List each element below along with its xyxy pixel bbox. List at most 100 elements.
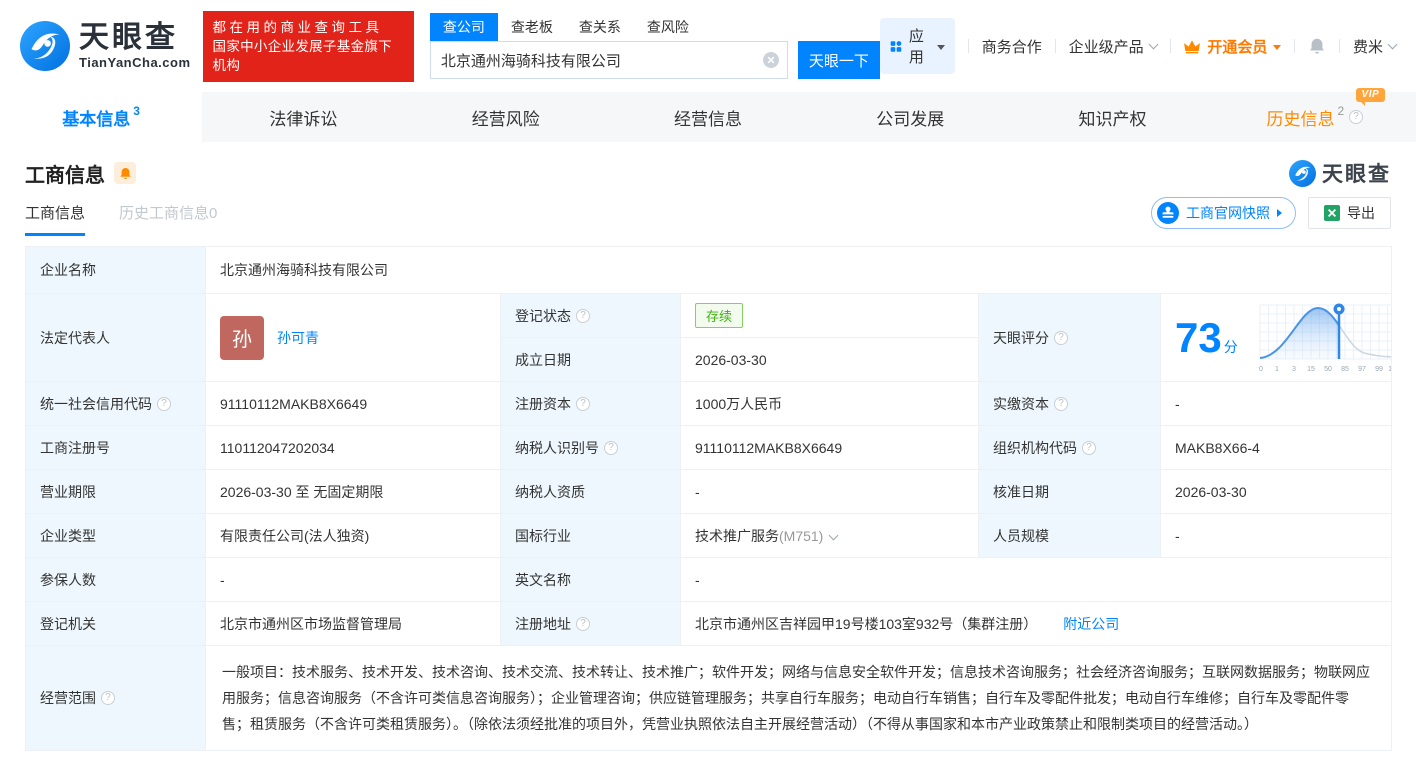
tab-history-info-count: 2 xyxy=(1337,104,1345,118)
search-tab-boss[interactable]: 查老板 xyxy=(498,13,566,41)
nearby-companies-link[interactable]: 附近公司 xyxy=(1063,616,1119,632)
top-nav: 应用 商务合作 企业级产品 开通会员 费米 xyxy=(879,18,1398,74)
taxpayer-quality-value: - xyxy=(695,483,700,500)
industry-value[interactable]: 技术推广服务 xyxy=(695,528,779,544)
taxpayer-id-value: 91110112MAKB8X6649 xyxy=(695,439,843,456)
status-badge: 存续 xyxy=(695,303,744,328)
field-label: 法定代表人 xyxy=(40,329,110,346)
divider xyxy=(1169,39,1171,53)
tab-legal-proceedings-label: 法律诉讼 xyxy=(269,109,338,129)
enterprise-products-label: 企业级产品 xyxy=(1068,38,1144,56)
paid-capital-value: - xyxy=(1175,395,1180,412)
tab-operating-info[interactable]: 经营信息 xyxy=(607,92,809,142)
table-row: 企业名称 北京通州海骑科技有限公司 xyxy=(25,246,1393,294)
help-icon[interactable]: ? xyxy=(1054,330,1068,345)
score-distribution-chart: 0 1 3 15 50 85 97 99 100 xyxy=(1259,303,1391,373)
field-label: 工商注册号 xyxy=(40,439,110,456)
search-tab-company[interactable]: 查公司 xyxy=(429,13,498,41)
search-tab-risk[interactable]: 查风险 xyxy=(634,13,702,41)
tab-operating-risk[interactable]: 经营风险 xyxy=(405,92,607,142)
search-input[interactable] xyxy=(429,41,788,79)
field-label: 注册资本 xyxy=(515,395,571,412)
help-icon[interactable]: ? xyxy=(576,396,590,411)
score-value: 73 xyxy=(1175,313,1222,361)
grid-icon xyxy=(890,40,902,52)
reg-authority-value: 北京市通州区市场监督管理局 xyxy=(220,615,402,632)
tianyan-score[interactable]: 73 分 0 1 3 15 50 85 97 99 1 xyxy=(1175,301,1391,375)
notifications-button[interactable] xyxy=(1308,37,1326,55)
open-vip-label: 开通会员 xyxy=(1207,38,1268,56)
bell-icon xyxy=(119,167,131,179)
svg-text:50: 50 xyxy=(1324,366,1332,373)
industry-code: (M751) xyxy=(779,527,824,544)
chevron-down-icon xyxy=(1148,39,1159,50)
svg-text:85: 85 xyxy=(1341,366,1349,373)
business-info-table: 企业名称 北京通州海骑科技有限公司 法定代表人 孙 孙可青 登记状态? 存续 天… xyxy=(25,246,1393,751)
svg-text:15: 15 xyxy=(1307,366,1315,373)
field-label: 企业名称 xyxy=(40,262,96,278)
score-unit: 分 xyxy=(1223,338,1238,355)
tab-intellectual-property[interactable]: 知识产权 xyxy=(1011,92,1213,142)
company-nav-tabs: 基本信息 3 法律诉讼 经营风险 经营信息 公司发展 知识产权 VIP 历史信息… xyxy=(0,87,1416,142)
open-vip-button[interactable]: 开通会员 xyxy=(1183,36,1282,57)
divider xyxy=(1339,39,1340,53)
arrow-right-icon xyxy=(1277,209,1282,217)
help-icon[interactable]: ? xyxy=(1349,110,1364,124)
field-label: 纳税人资质 xyxy=(515,483,585,500)
monitor-bell-button[interactable] xyxy=(114,162,136,184)
help-icon[interactable]: ? xyxy=(604,440,618,455)
vip-badge: VIP xyxy=(1355,87,1386,106)
search-tabs: 查公司 查老板 查关系 查风险 xyxy=(429,13,880,41)
promo-banner: 都在用的商业查询工具 国家中小企业发展子基金旗下机构 xyxy=(202,10,414,82)
search-button[interactable]: 天眼一下 xyxy=(797,41,880,79)
subtab-business-info[interactable]: 工商信息 xyxy=(25,202,86,236)
tab-history-info[interactable]: VIP 历史信息 2 ? xyxy=(1214,87,1416,142)
search-tab-relation[interactable]: 查关系 xyxy=(566,13,634,41)
brand-logo[interactable]: 天眼查 TianYanCha.com xyxy=(20,21,191,71)
divider xyxy=(1054,39,1056,53)
apps-menu[interactable]: 应用 xyxy=(879,18,955,74)
table-row: 营业期限 2026-03-30 至 无固定期限 纳税人资质 - 核准日期 202… xyxy=(25,469,1393,514)
tab-basic-info[interactable]: 基本信息 3 xyxy=(0,92,203,142)
field-label: 核准日期 xyxy=(993,483,1049,500)
divider xyxy=(967,39,969,53)
field-label: 实缴资本 xyxy=(993,395,1049,412)
clear-icon[interactable] xyxy=(762,52,779,68)
company-name-value: 北京通州海骑科技有限公司 xyxy=(220,262,388,278)
field-label: 成立日期 xyxy=(515,351,571,368)
help-icon[interactable]: ? xyxy=(101,691,115,705)
staff-size-value: - xyxy=(1175,527,1180,544)
table-row: 法定代表人 孙 孙可青 登记状态? 存续 天眼评分? 73 分 0 1 3 15… xyxy=(25,293,1393,382)
help-icon[interactable]: ? xyxy=(576,308,590,323)
brand-name: 天眼查 xyxy=(79,20,178,54)
field-label: 登记机关 xyxy=(40,615,96,632)
table-row: 统一社会信用代码? 91110112MAKB8X6649 注册资本? 1000万… xyxy=(25,381,1393,426)
username-label: 费米 xyxy=(1352,38,1383,56)
section-title: 工商信息 xyxy=(25,164,105,187)
reg-capital-value: 1000万人民币 xyxy=(695,395,783,412)
subtab-history-business-info[interactable]: 历史工商信息0 xyxy=(119,202,217,236)
official-snapshot-button[interactable]: 工商官网快照 xyxy=(1151,197,1296,229)
legal-rep-avatar[interactable]: 孙 xyxy=(220,315,264,360)
help-icon[interactable]: ? xyxy=(157,396,171,411)
business-term-value: 2026-03-30 至 无固定期限 xyxy=(220,483,384,500)
user-menu[interactable]: 费米 xyxy=(1352,36,1398,57)
establish-date-value: 2026-03-30 xyxy=(695,351,767,368)
tab-basic-info-label: 基本信息 xyxy=(62,109,131,129)
legal-rep-link[interactable]: 孙可青 xyxy=(277,328,319,348)
nav-business-cooperation[interactable]: 商务合作 xyxy=(982,36,1042,57)
help-icon[interactable]: ? xyxy=(1054,396,1068,411)
help-icon[interactable]: ? xyxy=(1082,440,1096,455)
table-row: 参保人数 - 英文名称 - xyxy=(25,557,1393,602)
tab-company-development[interactable]: 公司发展 xyxy=(809,92,1011,142)
field-label: 经营范围 xyxy=(40,690,96,706)
chevron-down-icon[interactable] xyxy=(828,530,839,540)
promo-line2: 国家中小企业发展子基金旗下机构 xyxy=(212,38,392,73)
nav-enterprise-products[interactable]: 企业级产品 xyxy=(1068,36,1159,57)
field-label: 注册地址 xyxy=(515,615,571,632)
help-icon[interactable]: ? xyxy=(576,616,590,631)
export-button[interactable]: 导出 xyxy=(1308,197,1391,229)
tab-operating-info-label: 经营信息 xyxy=(673,109,742,129)
field-label: 营业期限 xyxy=(40,483,96,500)
tab-legal-proceedings[interactable]: 法律诉讼 xyxy=(202,92,404,142)
